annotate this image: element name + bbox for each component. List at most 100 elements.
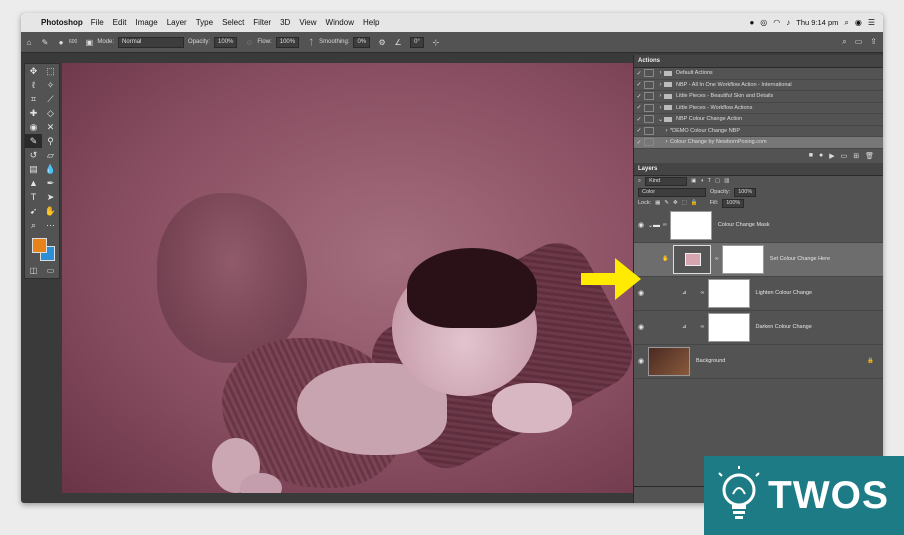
dialog-toggle-icon[interactable] [644, 115, 654, 124]
trash-icon[interactable]: 🗑 [865, 152, 874, 160]
layer-row[interactable]: ◉ Background 🔒 [634, 345, 883, 379]
airbrush-icon[interactable]: ᛏ [303, 38, 319, 47]
flow-input[interactable]: 100% [275, 36, 300, 48]
check-icon[interactable]: ✓ [634, 139, 644, 146]
creative-cloud-icon[interactable]: ◎ [760, 18, 767, 27]
mode-select[interactable]: Normal [118, 36, 185, 48]
opacity-input[interactable]: 100% [214, 36, 238, 48]
menu-layer[interactable]: Layer [167, 18, 187, 27]
layer-group-row[interactable]: ◉ ⌄ ▬ ∞ Colour Change Mask [634, 209, 883, 243]
blur-tool-icon[interactable]: 💧 [42, 162, 59, 176]
dialog-toggle-icon[interactable] [644, 138, 654, 147]
magic-wand-tool-icon[interactable]: ✧ [42, 78, 59, 92]
smart-object-filter-icon[interactable]: ▥ [724, 178, 729, 184]
angle-icon[interactable]: ∠ [390, 38, 406, 47]
mask-thumbnail[interactable] [707, 278, 750, 308]
check-icon[interactable]: ✓ [634, 104, 644, 111]
check-icon[interactable]: ✓ [634, 127, 644, 134]
kind-select[interactable]: Kind [645, 176, 688, 186]
foreground-color-swatch[interactable] [32, 238, 47, 253]
new-set-icon[interactable]: ▭ [841, 152, 848, 160]
check-icon[interactable]: ✓ [634, 81, 644, 88]
clone-stamp-tool-icon[interactable]: ⚲ [42, 134, 59, 148]
type-filter-icon[interactable]: T [708, 178, 711, 184]
menu-view[interactable]: View [299, 18, 316, 27]
chevron-right-icon[interactable]: › [657, 93, 664, 99]
background-thumbnail[interactable] [648, 346, 690, 376]
symmetry-icon[interactable]: ⊹ [428, 38, 444, 47]
brush-tool-icon[interactable]: ✎ [37, 38, 53, 47]
content-aware-move-icon[interactable]: ✕ [42, 120, 59, 134]
dialog-toggle-icon[interactable] [644, 103, 654, 112]
arrow-tool-icon[interactable]: ➹ [25, 204, 42, 218]
pixel-filter-icon[interactable]: ▣ [691, 178, 696, 184]
action-set-row[interactable]: ✓ › NBP - All In One Workflow Action - Int… [634, 80, 883, 91]
dialog-toggle-icon[interactable] [644, 69, 654, 78]
dodge-tool-icon[interactable]: ▲ [25, 176, 42, 190]
dialog-toggle-icon[interactable] [644, 80, 654, 89]
adjustment-layer-icon[interactable]: ⊿ [682, 290, 687, 296]
angle-input[interactable]: 0° [410, 36, 424, 48]
brush-preset-icon[interactable]: ● [53, 38, 69, 47]
chevron-right-icon[interactable]: › [657, 70, 664, 76]
menu-type[interactable]: Type [196, 18, 213, 27]
eye-icon[interactable]: ◉ [634, 221, 648, 229]
action-row-selected[interactable]: ✓ › Colour Change by NewbornPosing.com [634, 137, 883, 149]
chevron-right-icon[interactable]: › [657, 82, 664, 88]
mask-thumbnail[interactable] [669, 210, 712, 240]
lock-icon[interactable]: 🔒 [867, 358, 874, 364]
lock-all-icon[interactable]: 🔒 [691, 200, 698, 206]
healing-brush-tool-icon[interactable]: ✚ [25, 106, 42, 120]
menu-filter[interactable]: Filter [253, 18, 271, 27]
layer-row[interactable]: ◉ ⊿ ∞ Darken Colour Change [634, 311, 883, 345]
action-set-row[interactable]: ✓ › Little Pieces - Workflow Actions [634, 103, 883, 114]
more-tools-icon[interactable]: ⋯ [42, 218, 59, 232]
shape-filter-icon[interactable]: ▢ [715, 178, 720, 184]
stop-icon[interactable]: ■ [809, 152, 813, 159]
red-eye-tool-icon[interactable]: ◉ [25, 120, 42, 134]
type-tool-icon[interactable]: T [25, 190, 42, 204]
menu-image[interactable]: Image [135, 18, 157, 27]
home-icon[interactable]: ⌂ [21, 38, 37, 47]
search-icon[interactable]: ⌕ [844, 18, 848, 28]
action-set-row[interactable]: ✓ ⌄ NBP Colour Change Action [634, 114, 883, 126]
app-menu[interactable]: Photoshop [41, 18, 83, 27]
chevron-right-icon[interactable]: › [663, 128, 670, 134]
crop-tool-icon[interactable]: ⌗ [25, 92, 42, 106]
quick-mask-icon[interactable]: ◫ [30, 266, 38, 275]
pen-tool-icon[interactable]: ✒ [42, 176, 59, 190]
brush-tool-icon[interactable]: ✎ [25, 134, 42, 148]
user-icon[interactable]: ◉ [855, 18, 862, 27]
menu-window[interactable]: Window [326, 18, 354, 27]
history-brush-tool-icon[interactable]: ↺ [25, 148, 42, 162]
layer-opacity-input[interactable]: 100% [734, 187, 757, 197]
gradient-tool-icon[interactable]: ▤ [25, 162, 42, 176]
marquee-tool-icon[interactable]: ⬚ [42, 64, 59, 78]
document-canvas[interactable] [62, 63, 669, 493]
record-icon[interactable]: ● [819, 152, 823, 159]
move-tool-icon[interactable]: ✥ [25, 64, 42, 78]
check-icon[interactable]: ✓ [634, 70, 644, 77]
hand-tool-icon[interactable]: ✋ [42, 204, 59, 218]
lasso-tool-icon[interactable]: ℓ [25, 78, 42, 92]
eye-icon[interactable]: ◉ [634, 357, 648, 365]
lock-pixels-icon[interactable]: ✎ [664, 200, 669, 206]
solid-color-thumbnail[interactable] [672, 244, 711, 274]
menu-file[interactable]: File [91, 18, 104, 27]
pressure-opacity-icon[interactable]: ◌ [241, 38, 257, 47]
action-set-row[interactable]: ✓ › Default Actions [634, 68, 883, 80]
mask-thumbnail[interactable] [721, 244, 764, 274]
actions-panel-title[interactable]: Actions [634, 55, 883, 68]
gear-icon[interactable]: ⚙ [374, 38, 390, 47]
chevron-right-icon[interactable]: › [657, 105, 664, 111]
mask-thumbnail[interactable] [707, 312, 750, 342]
path-selection-tool-icon[interactable]: ➤ [42, 190, 59, 204]
lock-transparency-icon[interactable]: ▦ [655, 200, 660, 206]
eye-icon[interactable]: ◉ [634, 323, 648, 331]
smoothing-input[interactable]: 0% [353, 36, 371, 48]
fill-input[interactable]: 100% [722, 198, 745, 208]
eraser-tool-icon[interactable]: ▱ [42, 148, 59, 162]
clock[interactable]: Thu 9:14 pm [796, 18, 838, 27]
wifi-icon[interactable]: ◠ [773, 18, 780, 27]
chevron-right-icon[interactable]: › [663, 139, 670, 145]
